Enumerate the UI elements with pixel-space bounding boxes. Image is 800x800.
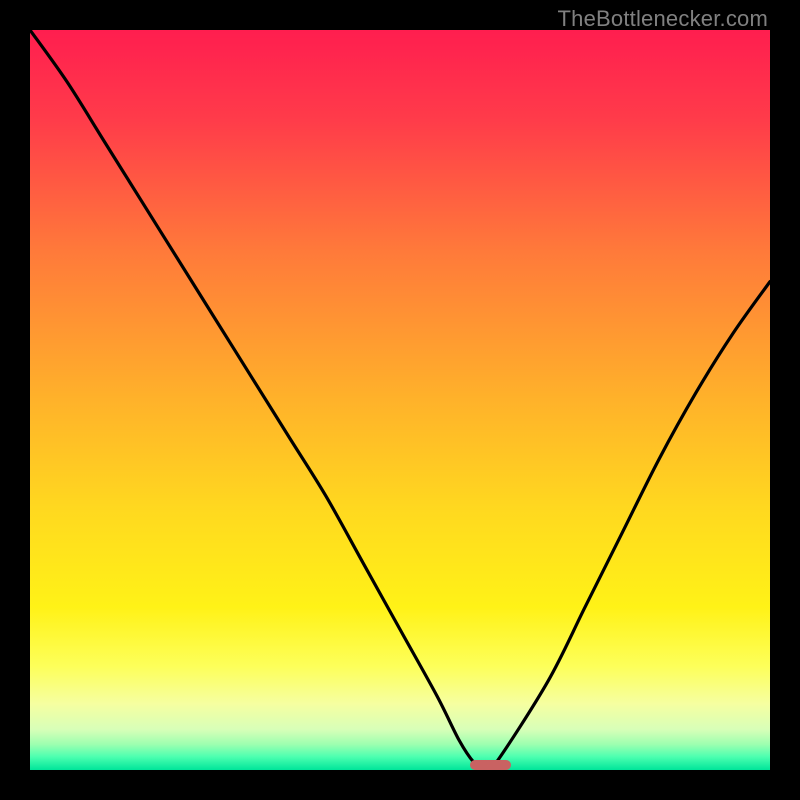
plot-area [30,30,770,770]
optimal-range-marker [470,760,511,770]
watermark-text: TheBottlenecker.com [558,6,768,32]
curve-path [30,30,770,770]
bottleneck-curve [30,30,770,770]
chart-frame: TheBottlenecker.com [0,0,800,800]
